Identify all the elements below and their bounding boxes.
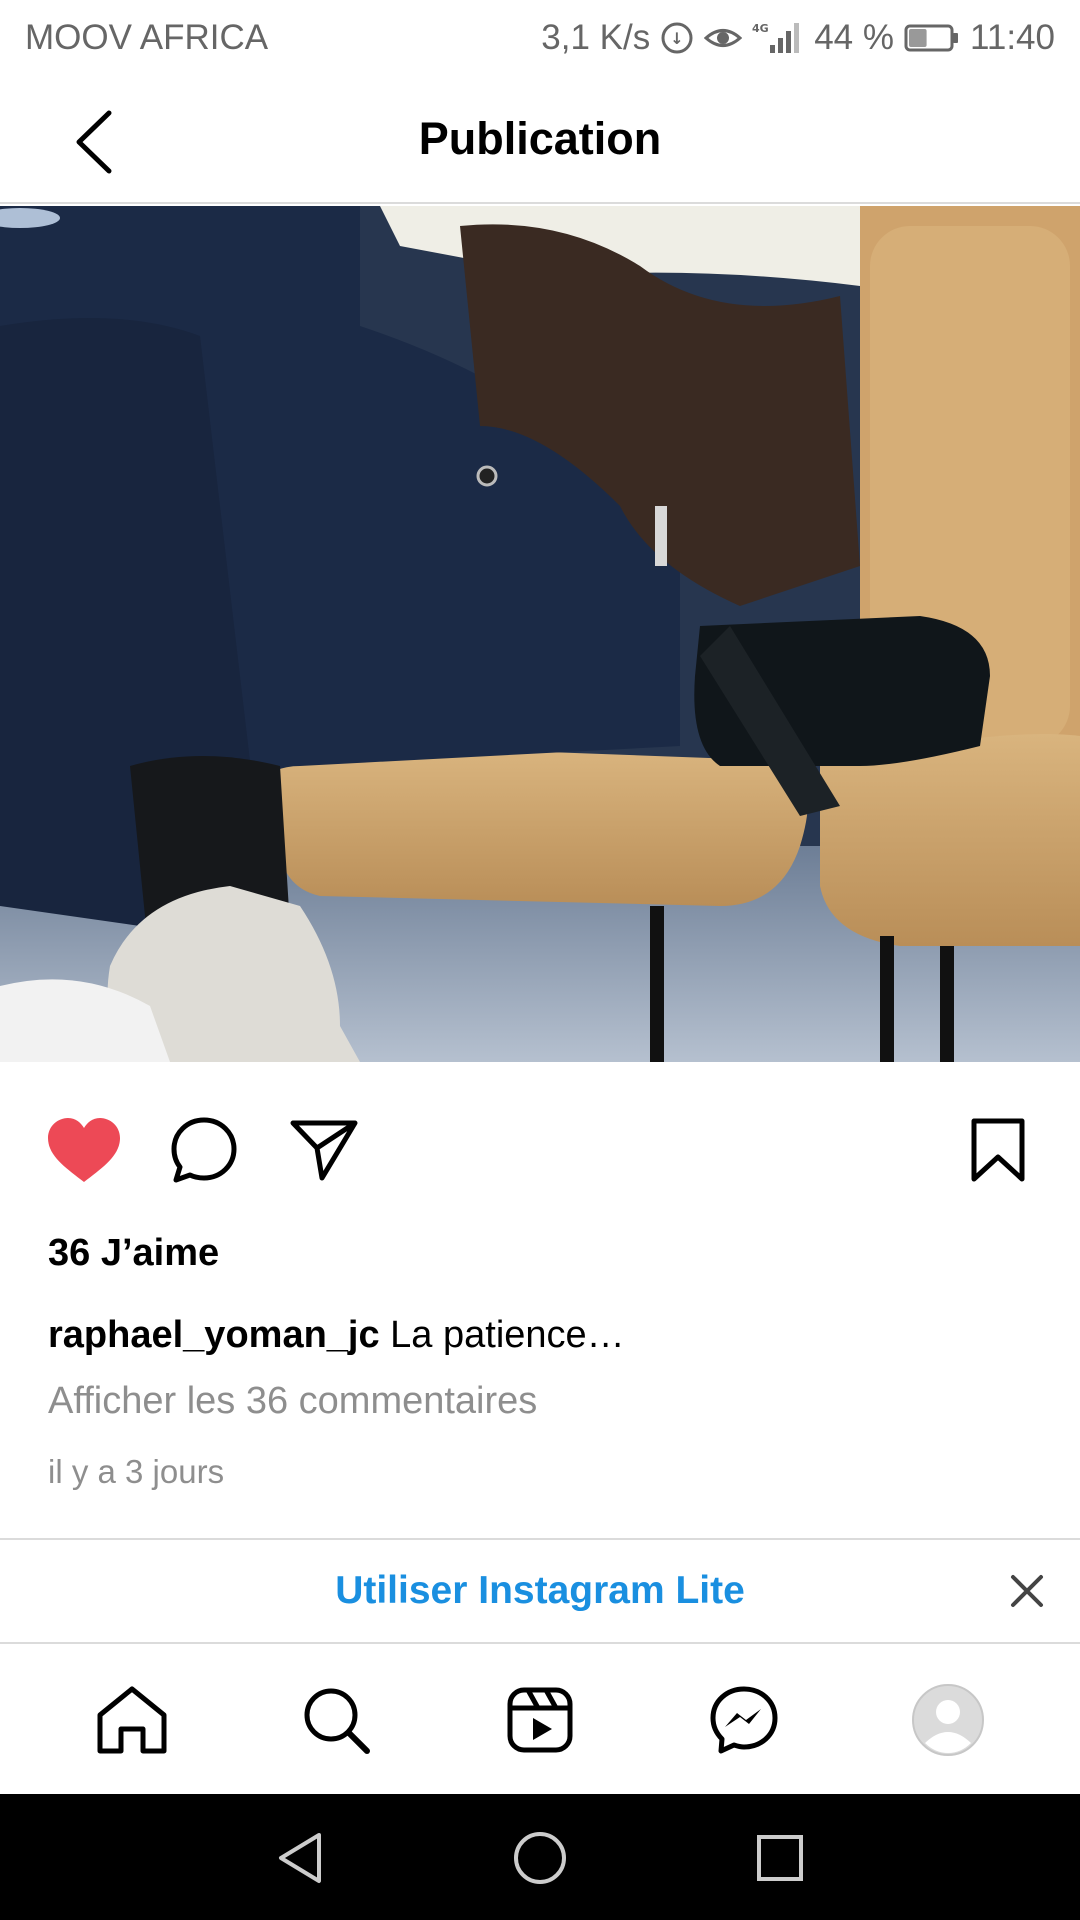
system-back-button[interactable]: [264, 1822, 336, 1894]
system-home-button[interactable]: [504, 1822, 576, 1894]
battery-percent: 44 %: [814, 18, 894, 57]
back-button[interactable]: [55, 104, 131, 180]
close-icon: [1011, 1575, 1043, 1607]
nav-profile[interactable]: [898, 1670, 998, 1770]
reels-icon: [507, 1687, 573, 1753]
likes-count[interactable]: 36 J’aime: [48, 1232, 219, 1275]
status-indicators: 3,1 K/s ↓ 4G 44 % 11:40: [541, 18, 1055, 58]
bottom-nav: [0, 1646, 1080, 1794]
post-header: Publication: [0, 76, 1080, 204]
post-actions: [0, 1100, 1080, 1200]
page-title: Publication: [418, 113, 662, 164]
heart-filled-icon: [48, 1118, 120, 1182]
post-image: [0, 206, 1080, 1062]
home-circle-icon: [514, 1832, 566, 1884]
nav-reels[interactable]: [490, 1670, 590, 1770]
post-timestamp: il y a 3 jours: [48, 1453, 225, 1490]
nav-messenger[interactable]: [694, 1670, 794, 1770]
messenger-icon: [710, 1686, 778, 1754]
view-comments-link[interactable]: Afficher les 36 commentaires: [48, 1380, 537, 1423]
network-speed: 3,1 K/s: [541, 18, 651, 57]
caption-username[interactable]: raphael_yoman_jc: [48, 1314, 380, 1356]
home-icon: [97, 1686, 167, 1754]
nav-home[interactable]: [82, 1670, 182, 1770]
caption-text: La patience…: [390, 1314, 625, 1356]
comment-button[interactable]: [160, 1100, 248, 1200]
eye-comfort-icon: [704, 23, 743, 53]
chevron-left-icon: [76, 110, 112, 174]
share-button[interactable]: [280, 1100, 368, 1200]
comment-icon: [171, 1117, 237, 1183]
clock: 11:40: [970, 18, 1055, 57]
nav-search[interactable]: [286, 1670, 386, 1770]
carrier-name: MOOV AFRICA: [25, 18, 269, 57]
battery-icon: [904, 23, 960, 53]
data-saver-icon: ↓: [660, 21, 694, 55]
like-button[interactable]: [40, 1100, 128, 1200]
signal-icon: 4G: [752, 21, 804, 55]
post-photo[interactable]: [0, 206, 1080, 1062]
back-triangle-icon: [279, 1833, 321, 1883]
status-bar: MOOV AFRICA 3,1 K/s ↓ 4G 44 % 11:40: [0, 0, 1080, 76]
system-recents-button[interactable]: [744, 1822, 816, 1894]
system-navigation-bar: [0, 1794, 1080, 1920]
svg-text:↓: ↓: [671, 29, 684, 48]
lite-banner: Utiliser Instagram Lite: [0, 1538, 1080, 1644]
bookmark-icon: [971, 1118, 1025, 1182]
svg-text:4G: 4G: [752, 22, 769, 35]
save-button[interactable]: [954, 1100, 1042, 1200]
send-icon: [290, 1120, 358, 1181]
profile-avatar: [912, 1684, 984, 1756]
search-icon: [304, 1688, 370, 1754]
use-lite-link[interactable]: Utiliser Instagram Lite: [335, 1569, 745, 1613]
recents-square-icon: [757, 1835, 803, 1881]
lite-close-button[interactable]: [994, 1558, 1060, 1624]
post-caption: raphael_yoman_jc La patience…: [48, 1314, 625, 1357]
